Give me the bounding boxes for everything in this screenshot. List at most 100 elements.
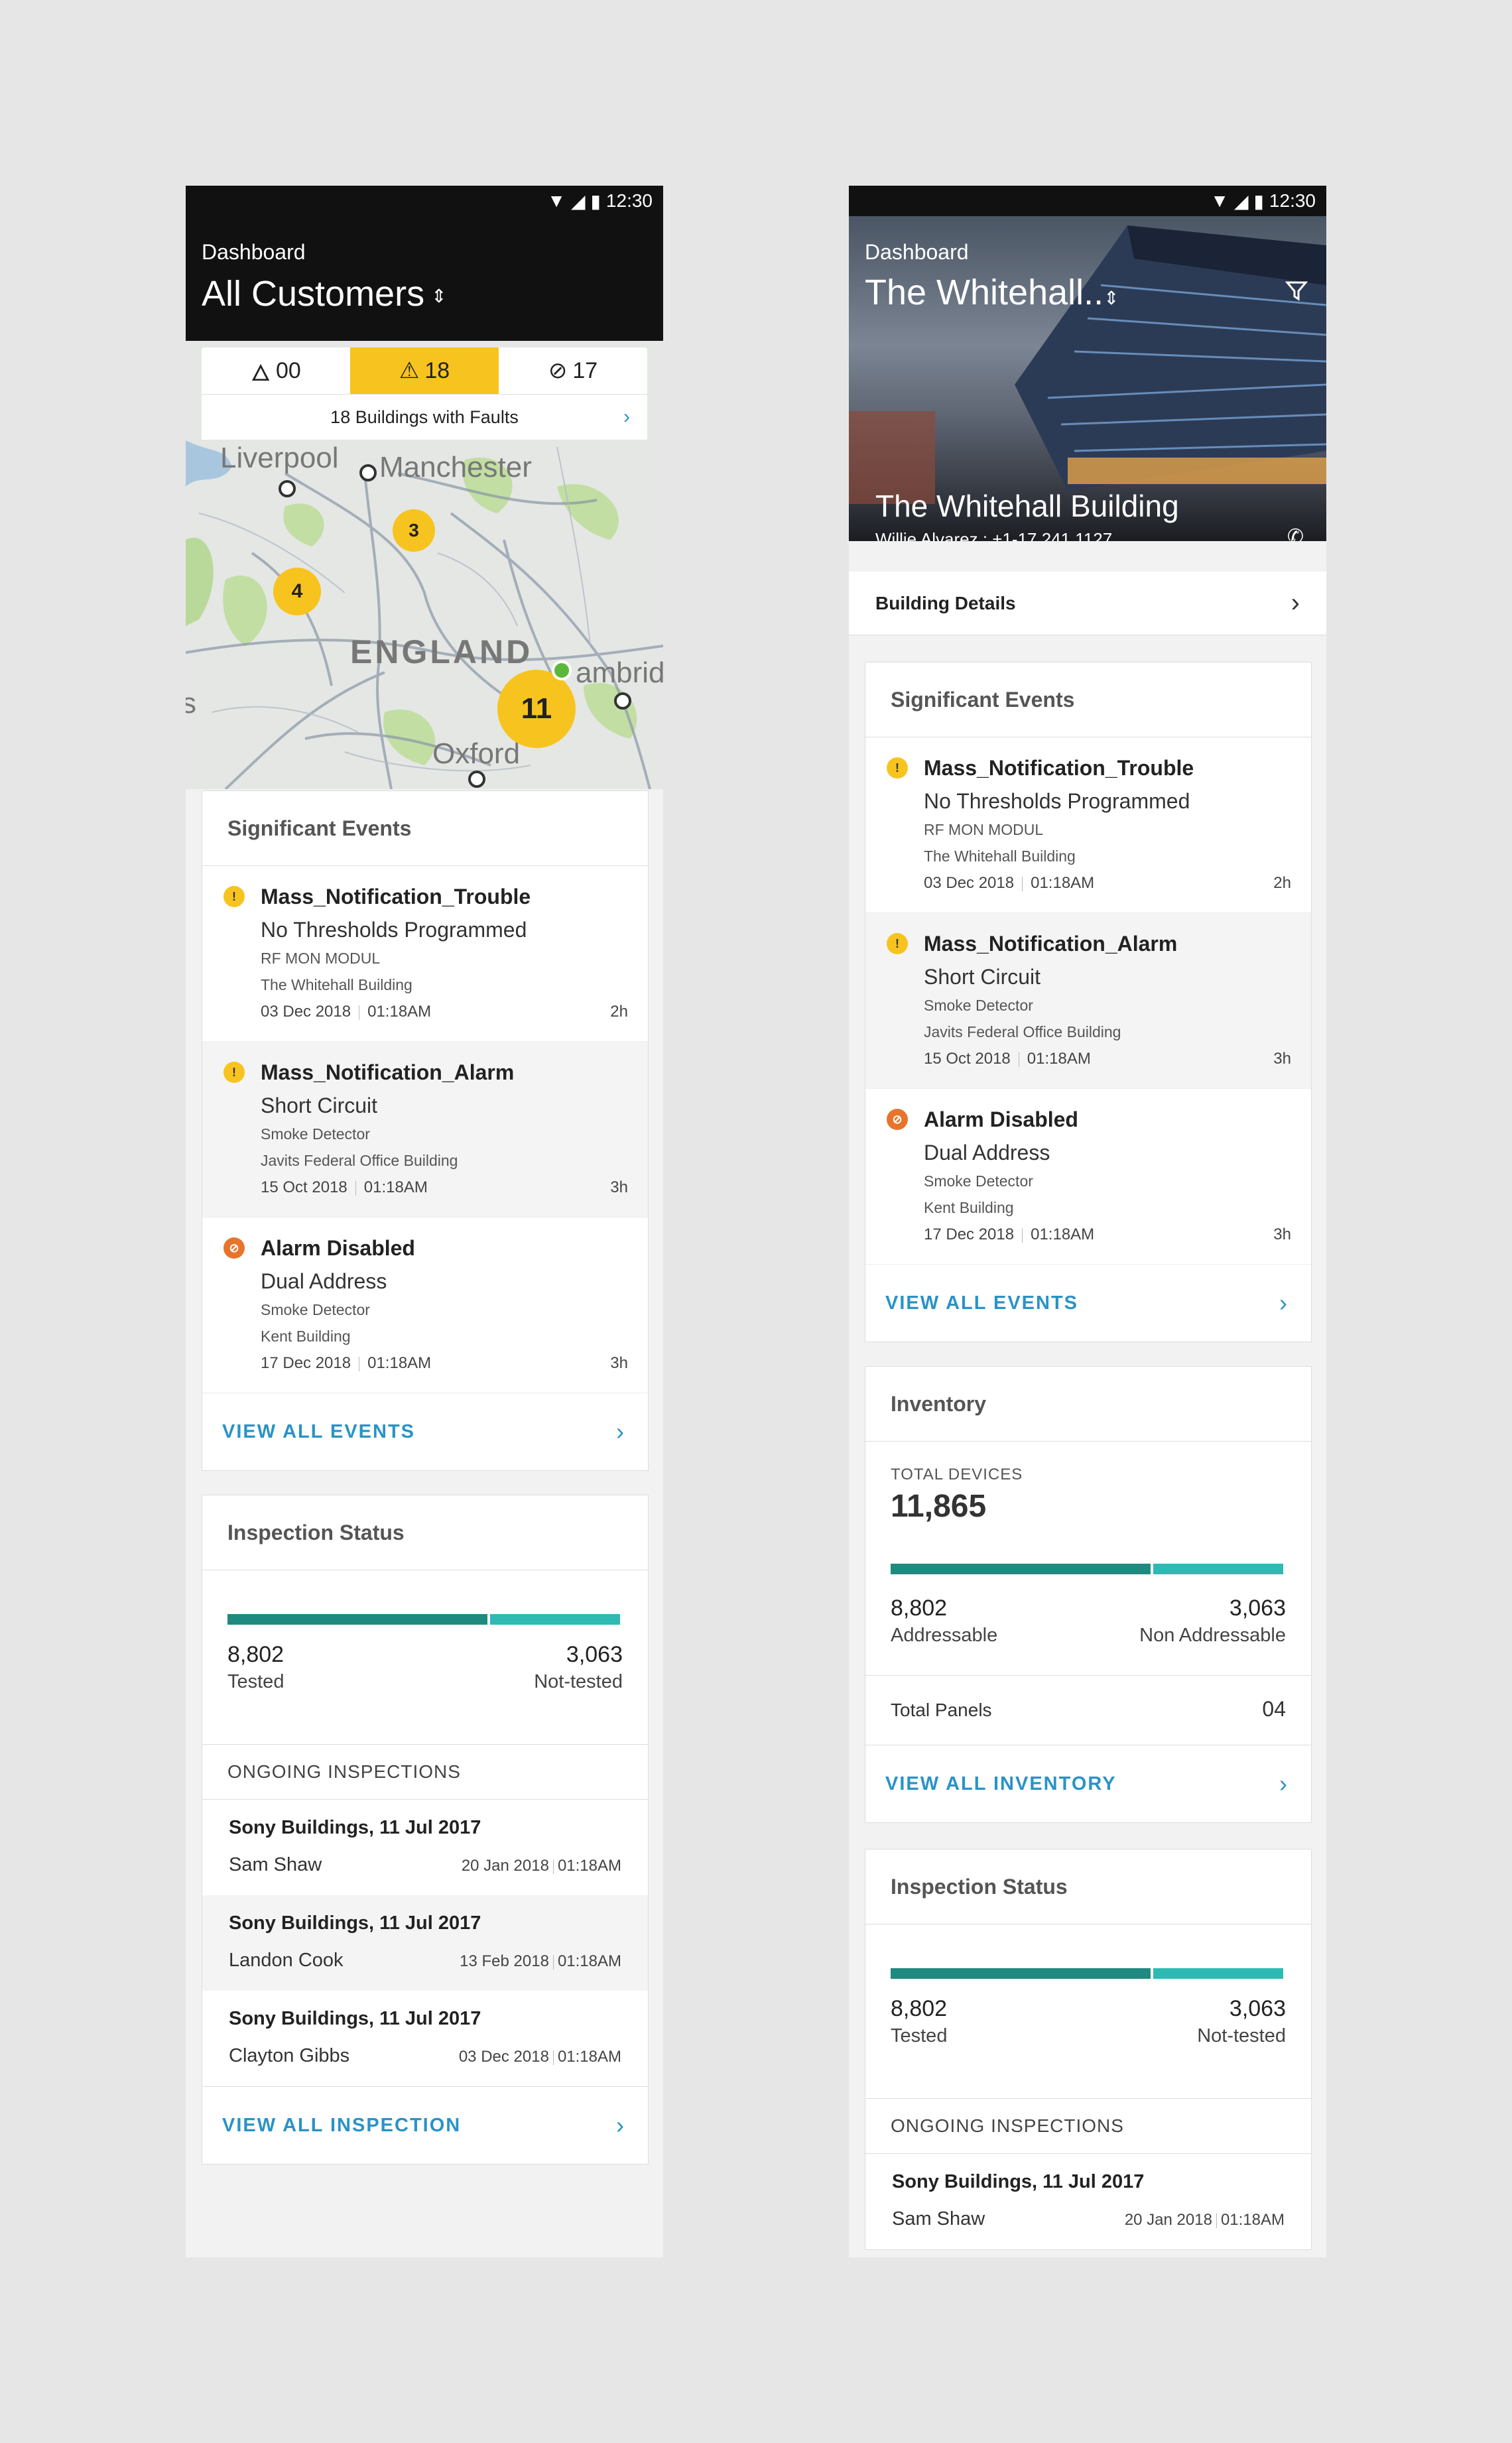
event-device: Smoke Detector (924, 1172, 1033, 1190)
event-item[interactable]: ⊘ Alarm Disabled Dual Address Smoke Dete… (202, 1218, 648, 1393)
phone-icon[interactable]: ✆ (1287, 525, 1304, 541)
non-addressable-bar (1153, 1564, 1283, 1574)
event-age: 3h (610, 1178, 628, 1196)
event-item[interactable]: ! Mass_Notification_Alarm Short Circuit … (202, 1042, 648, 1218)
view-all-events-link[interactable]: VIEW ALL EVENTS › (202, 1393, 648, 1470)
inspection-title: Sony Buildings, 11 Jul 2017 (229, 1912, 481, 1934)
inspection-person: Clayton Gibbs (229, 2045, 350, 2066)
inspection-timestamp: 03 Dec 2018 01:18AM (459, 2048, 621, 2066)
building-header: ▼ ◢ ▮ 12:30 Dashboard The Whitehall..⇕ T… (849, 186, 1326, 541)
event-age: 2h (1273, 874, 1291, 892)
inspection-item[interactable]: Sony Buildings, 11 Jul 2017 Landon Cook … (202, 1895, 648, 1991)
not-tested-bar (1153, 1968, 1283, 1979)
warning-icon: ! (223, 886, 245, 907)
status-bar: ▼ ◢ ▮ 12:30 (186, 186, 663, 216)
building-dashboard-screen: ▼ ◢ ▮ 12:30 Dashboard The Whitehall..⇕ T… (849, 186, 1326, 2257)
card-title: Significant Events (202, 791, 648, 866)
event-date: 03 Dec 2018 (261, 1003, 351, 1021)
card-title: Significant Events (865, 662, 1311, 737)
disabled-count-tab[interactable]: ⊘ 17 (499, 347, 647, 394)
status-time: 12:30 (1269, 190, 1316, 211)
inventory-summary: TOTAL DEVICES 11,865 8,802 Addressable 3… (865, 1442, 1311, 1676)
event-item[interactable]: ! Mass_Notification_Alarm Short Circuit … (865, 913, 1311, 1089)
inspection-item[interactable]: Sony Buildings, 11 Jul 2017 Sam Shaw 20 … (202, 1800, 648, 1895)
map-cluster-4[interactable]: 4 (273, 568, 321, 615)
view-all-events-link[interactable]: VIEW ALL EVENTS › (865, 1265, 1311, 1342)
event-date: 03 Dec 2018 (924, 874, 1015, 892)
fire-icon: 🜂 (251, 360, 271, 386)
warning-icon: ! (887, 933, 908, 954)
tested-label: Tested (891, 2025, 948, 2046)
addressable-bar (891, 1564, 1151, 1574)
fire-count: 00 (275, 357, 301, 383)
map-label-manchester: Manchester (379, 451, 532, 483)
event-item[interactable]: ⊘ Alarm Disabled Dual Address Smoke Dete… (865, 1089, 1311, 1265)
event-device: RF MON MODUL (261, 950, 381, 967)
map-pin-manchester[interactable] (359, 464, 377, 481)
event-date: 15 Oct 2018 (261, 1178, 347, 1196)
map-pin-cambridge[interactable] (614, 692, 631, 710)
chevron-right-icon: › (623, 406, 630, 428)
map-cluster-11[interactable]: 11 (497, 670, 576, 748)
disabled-count: 17 (572, 357, 598, 383)
fault-count-tab[interactable]: ⚠ 18 (350, 347, 499, 394)
card-title: Inventory (865, 1367, 1311, 1442)
event-building: Kent Building (924, 1199, 1014, 1216)
map-cluster-3[interactable]: 3 (393, 509, 435, 552)
event-item[interactable]: ! Mass_Notification_Trouble No Threshold… (865, 737, 1311, 913)
significant-events-card: Significant Events ! Mass_Notification_T… (865, 662, 1312, 1342)
not-tested-count: 3,063 (566, 1642, 623, 1667)
total-panels-row: Total Panels 04 (865, 1676, 1311, 1745)
map-view[interactable]: 🜂 00 ⚠ 18 ⊘ 17 18 Buildings with Faults › L… (186, 341, 663, 789)
event-device: Smoke Detector (261, 1125, 370, 1143)
inspection-status-card: Inspection Status 8,802 Tested 3,063 Not… (865, 1849, 1312, 2250)
building-details-label: Building Details (875, 592, 1016, 613)
signal-icon: ◢ (570, 190, 586, 212)
tested-label: Tested (227, 1671, 284, 1692)
building-name: The Whitehall Building (875, 489, 1179, 523)
disabled-icon: ⊘ (887, 1109, 908, 1130)
map-pin-oxford[interactable] (468, 771, 485, 788)
event-time: 01:18AM (1027, 1050, 1091, 1068)
event-device: Smoke Detector (924, 997, 1033, 1014)
event-title: Alarm Disabled (261, 1236, 415, 1260)
event-age: 3h (1273, 1225, 1291, 1243)
inspection-item[interactable]: Sony Buildings, 11 Jul 2017 Clayton Gibb… (202, 1991, 648, 2086)
inspection-item[interactable]: Sony Buildings, 11 Jul 2017 Sam Shaw 20 … (865, 2154, 1311, 2249)
inspection-timestamp: 13 Feb 2018 01:18AM (460, 1952, 621, 1971)
fault-banner[interactable]: 18 Buildings with Faults › (202, 394, 647, 440)
event-date: 17 Dec 2018 (261, 1354, 351, 1372)
sort-chevron-icon: ⇕ (431, 286, 447, 307)
disabled-icon: ⊘ (548, 358, 568, 383)
event-building: Kent Building (261, 1328, 351, 1345)
inspection-bars: 8,802 Tested 3,063 Not-tested (865, 1924, 1311, 2099)
customer-selector[interactable]: All Customers ⇕ (202, 273, 447, 314)
building-selector[interactable]: The Whitehall..⇕ (865, 272, 1119, 313)
chevron-right-icon: › (1279, 1289, 1289, 1316)
map-label-liverpool: Liverpool (220, 442, 339, 474)
event-description: Dual Address (261, 1269, 387, 1293)
battery-icon: ▮ (590, 190, 601, 212)
event-title: Mass_Notification_Trouble (924, 756, 1194, 780)
view-all-inspection-link[interactable]: VIEW ALL INSPECTION › (202, 2086, 648, 2164)
not-tested-label: Not-tested (534, 1671, 623, 1692)
non-addressable-label: Non Addressable (1139, 1625, 1286, 1646)
inspection-date: 20 Jan 2018 (461, 1857, 549, 1875)
filter-icon[interactable] (1285, 280, 1308, 306)
warning-icon: ! (887, 757, 908, 779)
map-pin-liverpool[interactable] (279, 480, 296, 497)
signal-icon: ◢ (1233, 190, 1249, 212)
building-details-row[interactable]: Building Details › (849, 572, 1326, 635)
status-time: 12:30 (605, 190, 653, 211)
inspection-title: Sony Buildings, 11 Jul 2017 (892, 2171, 1145, 2192)
event-item[interactable]: ! Mass_Notification_Trouble No Threshold… (202, 866, 648, 1042)
total-panels-count: 04 (1262, 1697, 1286, 1721)
addressable-count: 8,802 (891, 1596, 948, 1621)
warning-icon: ! (223, 1062, 245, 1083)
map-label-oxford: Oxford (432, 737, 521, 770)
tested-bar (227, 1614, 487, 1625)
fire-count-tab[interactable]: 🜂 00 (202, 347, 350, 394)
view-all-inventory-link[interactable]: VIEW ALL INVENTORY › (865, 1745, 1311, 1822)
map-location-dot (552, 660, 572, 680)
view-all-inventory-label: VIEW ALL INVENTORY (885, 1773, 1117, 1794)
